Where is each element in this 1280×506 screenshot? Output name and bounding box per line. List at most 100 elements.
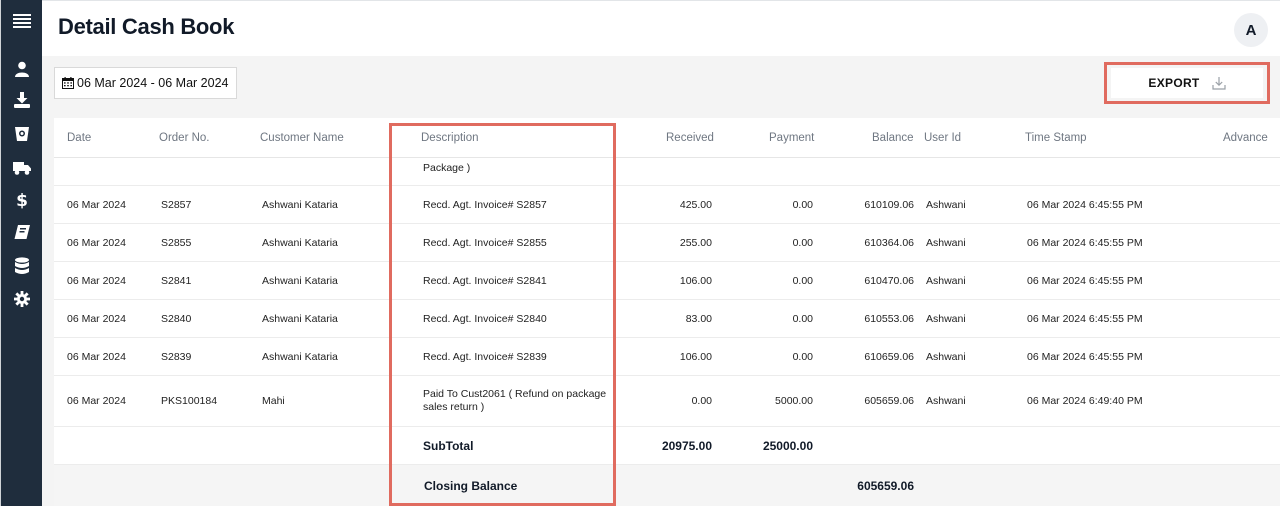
cell-balance: 610659.06 (864, 351, 914, 363)
column-header-description[interactable]: Description (421, 132, 479, 144)
subtotal-payment: 25000.00 (762, 439, 813, 453)
cell-payment: 0.00 (792, 237, 813, 249)
column-header-received[interactable]: Received (666, 132, 714, 144)
table-row: 06 Mar 2024 S2841 Ashwani Kataria Recd. … (54, 262, 1280, 300)
download-icon[interactable] (1, 88, 43, 112)
cell-received: 0.00 (691, 395, 712, 407)
avatar[interactable]: A (1234, 13, 1268, 47)
cell-received: 106.00 (679, 351, 712, 363)
bucket-icon[interactable] (1, 121, 43, 145)
table-row: 06 Mar 2024 S2840 Ashwani Kataria Recd. … (54, 300, 1280, 338)
cell-description: Recd. Agt. Invoice# S2839 (423, 351, 547, 363)
cell-customer: Ashwani Kataria (262, 313, 338, 325)
column-header-payment[interactable]: Payment (769, 132, 814, 144)
column-header-user[interactable]: User Id (924, 132, 961, 144)
cell-received: 255.00 (679, 237, 712, 249)
cell-customer: Ashwani Kataria (262, 275, 338, 287)
cell-description: Recd. Agt. Invoice# S2840 (423, 313, 547, 325)
table-row: 06 Mar 2024 PKS100184 Mahi Paid To Cust2… (54, 376, 1280, 427)
date-range-picker[interactable]: 06 Mar 2024 - 06 Mar 2024 (54, 67, 238, 99)
cell-payment: 0.00 (792, 199, 813, 211)
cell-order: PKS100184 (161, 395, 218, 407)
cell-description: Recd. Agt. Invoice# S2857 (423, 199, 547, 211)
main-content: 06 Mar 2024 - 06 Mar 2024 EXPORT Date Or… (42, 56, 1280, 506)
cell-received: 106.00 (679, 275, 712, 287)
cell-order: S2840 (161, 313, 192, 325)
cell-user: Ashwani (926, 313, 966, 325)
cell-balance: 605659.06 (864, 395, 914, 407)
cell-customer: Ashwani Kataria (262, 199, 338, 211)
cell-payment: 0.00 (792, 313, 813, 325)
cell-description: Recd. Agt. Invoice# S2855 (423, 237, 547, 249)
truck-icon[interactable] (1, 156, 43, 180)
cell-order: S2855 (161, 237, 192, 249)
cell-customer: Ashwani Kataria (262, 237, 338, 249)
download-icon (1211, 76, 1226, 90)
cell-timestamp: 06 Mar 2024 6:45:55 PM (1027, 199, 1143, 211)
cell-date: 06 Mar 2024 (67, 351, 126, 363)
cell-date: 06 Mar 2024 (67, 275, 126, 287)
cell-payment: 0.00 (792, 351, 813, 363)
export-highlight: EXPORT (1104, 62, 1270, 104)
column-header-order[interactable]: Order No. (159, 132, 210, 144)
cell-timestamp: 06 Mar 2024 6:45:55 PM (1027, 237, 1143, 249)
cell-user: Ashwani (926, 199, 966, 211)
database-icon[interactable] (1, 254, 43, 278)
table-row: 06 Mar 2024 S2839 Ashwani Kataria Recd. … (54, 338, 1280, 376)
cell-date: 06 Mar 2024 (67, 199, 126, 211)
cell-user: Ashwani (926, 395, 966, 407)
svg-text:$: $ (16, 191, 28, 209)
column-header-timestamp[interactable]: Time Stamp (1025, 132, 1087, 144)
cell-order: S2839 (161, 351, 192, 363)
subtotal-label: SubTotal (423, 439, 474, 453)
cell-customer: Ashwani Kataria (262, 351, 338, 363)
menu-icon[interactable] (1, 9, 43, 33)
cell-description: Recd. Agt. Invoice# S2841 (423, 275, 547, 287)
table-row: 06 Mar 2024 S2855 Ashwani Kataria Recd. … (54, 224, 1280, 262)
gear-icon[interactable] (1, 287, 43, 311)
column-header-advance[interactable]: Advance (1223, 132, 1268, 144)
cell-balance: 610109.06 (864, 199, 914, 211)
cell-payment: 0.00 (792, 275, 813, 287)
cell-date: 06 Mar 2024 (67, 313, 126, 325)
column-header-customer[interactable]: Customer Name (260, 132, 344, 144)
cell-timestamp: 06 Mar 2024 6:49:40 PM (1027, 395, 1143, 407)
sidebar: $ (0, 0, 42, 506)
dollar-icon[interactable]: $ (1, 188, 43, 212)
cell-balance: 610470.06 (864, 275, 914, 287)
column-header-balance[interactable]: Balance (872, 132, 914, 144)
cell-timestamp: 06 Mar 2024 6:45:55 PM (1027, 313, 1143, 325)
table-header: Date Order No. Customer Name Description… (54, 118, 1280, 158)
subtotal-row: SubTotal 20975.00 25000.00 (54, 427, 1280, 465)
column-header-date[interactable]: Date (67, 132, 91, 144)
cash-book-table: Date Order No. Customer Name Description… (54, 118, 1280, 506)
cell-order: S2857 (161, 199, 192, 211)
cell-received: 83.00 (685, 313, 712, 325)
table-row-partial: Package ) (54, 158, 1280, 186)
cell-payment: 5000.00 (775, 395, 813, 407)
export-label: EXPORT (1148, 76, 1200, 90)
cell-received: 425.00 (679, 199, 712, 211)
cell-order: S2841 (161, 275, 192, 287)
cell-user: Ashwani (926, 351, 966, 363)
subtotal-received: 20975.00 (661, 439, 712, 453)
book-icon[interactable] (1, 220, 43, 244)
page-title: Detail Cash Book (58, 14, 235, 39)
page-header: Detail Cash Book A (42, 0, 1280, 56)
cell-user: Ashwani (926, 275, 966, 287)
date-range-text: 06 Mar 2024 - 06 Mar 2024 (77, 76, 229, 90)
calendar-icon (62, 77, 74, 89)
cell-balance: 610553.06 (864, 313, 914, 325)
closing-balance-row: Closing Balance 605659.06 (54, 465, 1280, 506)
table-row: 06 Mar 2024 S2857 Ashwani Kataria Recd. … (54, 186, 1280, 224)
cell-date: 06 Mar 2024 (67, 395, 126, 407)
user-icon[interactable] (1, 57, 43, 81)
cell-timestamp: 06 Mar 2024 6:45:55 PM (1027, 351, 1143, 363)
cell-balance: 610364.06 (864, 237, 914, 249)
closing-balance-label: Closing Balance (424, 479, 518, 493)
export-button[interactable]: EXPORT (1111, 68, 1263, 98)
cell-customer: Mahi (262, 395, 285, 407)
cell-description: Package ) (423, 162, 471, 174)
cell-date: 06 Mar 2024 (67, 237, 126, 249)
cell-description: Paid To Cust2061 ( Refund on package sal… (423, 388, 607, 413)
